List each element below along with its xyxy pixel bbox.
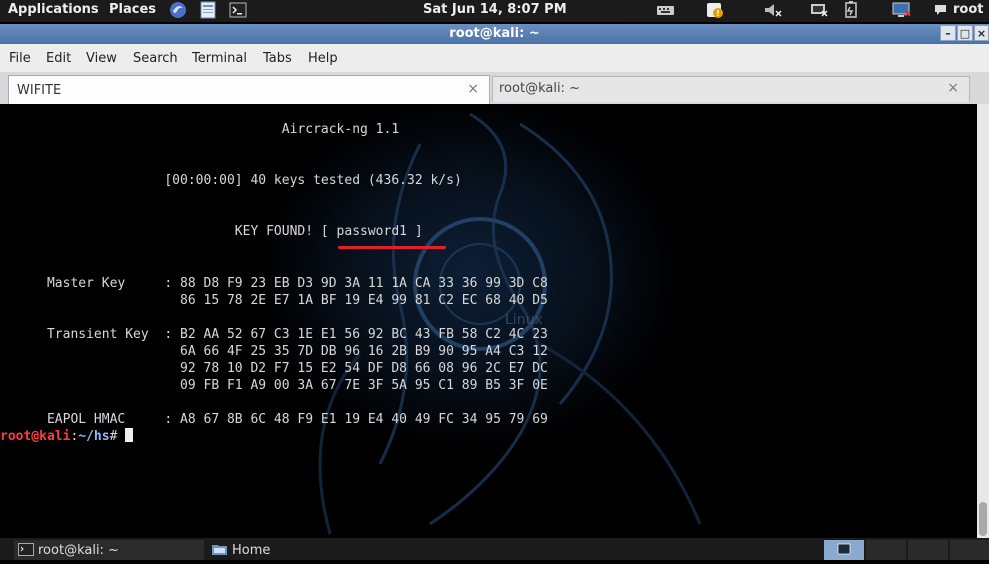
applications-menu[interactable]: Applications [8, 2, 99, 17]
terminal-line: 09 FB F1 A9 00 3A 67 7E 3F 5A 95 C1 89 B… [0, 378, 548, 393]
taskbar-item-home[interactable]: Home [208, 540, 408, 560]
terminal-line: Aircrack-ng 1.1 [0, 122, 400, 137]
keyboard-icon[interactable] [656, 1, 676, 19]
prompt-path: ~/hs [78, 429, 110, 444]
user-menu[interactable]: root [953, 2, 984, 17]
workspace-1[interactable] [824, 540, 864, 560]
menu-help[interactable]: Help [308, 51, 338, 66]
terminal-icon [18, 543, 34, 556]
menu-view[interactable]: View [86, 51, 117, 66]
clock[interactable]: Sat Jun 14, 8:07 PM [423, 2, 567, 17]
terminal-line: 92 78 10 D2 F7 15 E2 54 DF D8 66 08 96 2… [0, 361, 548, 376]
terminal-icon[interactable] [229, 1, 247, 19]
terminal-line: 86 15 78 2E E7 1A BF 19 E4 99 81 C2 EC 6… [0, 293, 548, 308]
iceweasel-icon[interactable] [169, 1, 187, 19]
network-icon[interactable] [809, 1, 829, 19]
menu-file[interactable]: File [9, 51, 31, 66]
terminal-line: Transient Key : B2 AA 52 67 C3 1E E1 56 … [0, 327, 548, 342]
terminal-line: 6A 66 4F 25 35 7D DB 96 16 2B B9 90 95 A… [0, 344, 548, 359]
terminal-output[interactable]: Linux Aircrack-ng 1.1 [00:00:00] 40 keys… [0, 104, 977, 538]
top-panel: Applications Places Sat Jun 14, 8:07 PM … [0, 0, 989, 22]
folder-icon [212, 543, 228, 556]
text-cursor [125, 428, 134, 442]
terminal-text: Aircrack-ng 1.1 [00:00:00] 40 keys teste… [0, 104, 548, 444]
terminal-line: [00:00:00] 40 keys tested (436.32 k/s) [0, 173, 462, 188]
notification-icon[interactable]: ! [705, 1, 725, 19]
maximize-icon[interactable]: □ [957, 25, 973, 41]
tab-label: root@kali: ~ [499, 81, 580, 96]
menu-terminal[interactable]: Terminal [192, 51, 247, 66]
scrollbar-thumb[interactable] [979, 502, 987, 536]
bottom-taskbar: root@kali: ~ Home [0, 538, 989, 560]
prompt-user: root@kali [0, 429, 71, 444]
text-editor-icon[interactable] [199, 1, 217, 19]
tab-root-kali[interactable]: root@kali: ~ × [492, 76, 970, 102]
volume-muted-icon[interactable] [763, 1, 783, 19]
workspace-2[interactable] [866, 540, 906, 560]
menu-bar: File Edit View Search Terminal Tabs Help [0, 44, 989, 73]
chat-icon[interactable] [931, 1, 951, 19]
close-tab-icon[interactable]: × [467, 81, 479, 97]
minimize-icon[interactable]: – [940, 25, 956, 41]
terminal-line: Master Key : 88 D8 F9 23 EB D3 9D 3A 11 … [0, 276, 548, 291]
tab-wifite[interactable]: WIFITE × [8, 75, 490, 104]
terminal-line: EAPOL HMAC : A8 67 8B 6C 48 F9 E1 19 E4 … [0, 412, 548, 427]
workspace-4[interactable] [950, 540, 989, 560]
menu-tabs[interactable]: Tabs [263, 51, 292, 66]
taskbar-item-terminal[interactable]: root@kali: ~ [14, 540, 204, 560]
tab-bar: WIFITE × root@kali: ~ × [0, 72, 989, 104]
menu-search[interactable]: Search [133, 51, 178, 66]
prompt-symbol: # [109, 429, 126, 444]
workspace-3[interactable] [908, 540, 948, 560]
tab-label: WIFITE [17, 83, 62, 98]
taskbar-label: root@kali: ~ [38, 543, 119, 558]
close-icon[interactable]: × [974, 25, 989, 41]
window-title: root@kali: ~ [449, 26, 540, 41]
window-title-bar[interactable]: root@kali: ~ – □ × [0, 24, 989, 44]
key-underline-annotation [338, 246, 446, 249]
svg-text:!: ! [716, 9, 720, 18]
prompt-line: root@kali:~/hs# [0, 428, 134, 445]
display-icon[interactable] [892, 1, 912, 19]
menu-edit[interactable]: Edit [46, 51, 71, 66]
battery-icon[interactable] [842, 1, 862, 19]
close-tab-icon[interactable]: × [947, 80, 959, 96]
kali-dragon-wallpaper: Linux [318, 112, 702, 535]
places-menu[interactable]: Places [109, 2, 156, 17]
terminal-scrollbar[interactable] [977, 104, 989, 538]
key-found-line: KEY FOUND! [ password1 ] [0, 224, 423, 239]
taskbar-label: Home [232, 543, 271, 558]
